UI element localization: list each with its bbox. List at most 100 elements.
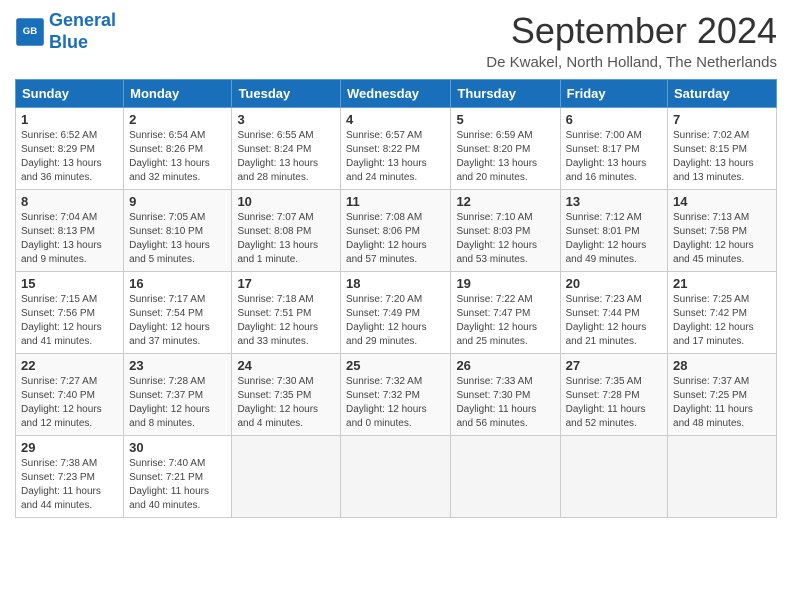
day-info: Sunrise: 7:32 AM Sunset: 7:32 PM Dayligh… xyxy=(346,375,445,431)
table-row: 1 Sunrise: 6:52 AM Sunset: 8:29 PM Daylig… xyxy=(16,108,124,190)
table-row: 15 Sunrise: 7:15 AM Sunset: 7:56 PM Dayli… xyxy=(16,272,124,354)
day-info: Sunrise: 6:55 AM Sunset: 8:24 PM Dayligh… xyxy=(237,129,335,185)
table-row: 29Sunrise: 7:38 AM Sunset: 7:23 PM Dayli… xyxy=(16,436,124,518)
day-info: Sunrise: 7:08 AM Sunset: 8:06 PM Dayligh… xyxy=(346,211,445,267)
location: De Kwakel, North Holland, The Netherland… xyxy=(486,54,777,71)
table-row xyxy=(451,436,560,518)
table-row: 12Sunrise: 7:10 AM Sunset: 8:03 PM Dayli… xyxy=(451,190,560,272)
day-info: Sunrise: 6:59 AM Sunset: 8:20 PM Dayligh… xyxy=(456,129,554,185)
table-row: 6 Sunrise: 7:00 AM Sunset: 8:17 PM Daylig… xyxy=(560,108,667,190)
calendar-header-row: Sunday Monday Tuesday Wednesday Thursday… xyxy=(16,80,777,108)
day-info: Sunrise: 7:23 AM Sunset: 7:44 PM Dayligh… xyxy=(566,293,662,349)
day-info: Sunrise: 6:57 AM Sunset: 8:22 PM Dayligh… xyxy=(346,129,445,185)
table-row: 8Sunrise: 7:04 AM Sunset: 8:13 PM Daylig… xyxy=(16,190,124,272)
day-number: 27 xyxy=(566,358,662,373)
day-info: Sunrise: 7:00 AM Sunset: 8:17 PM Dayligh… xyxy=(566,129,662,185)
calendar-week-row: 8Sunrise: 7:04 AM Sunset: 8:13 PM Daylig… xyxy=(16,190,777,272)
day-number: 9 xyxy=(129,194,226,209)
day-number: 23 xyxy=(129,358,226,373)
day-info: Sunrise: 7:37 AM Sunset: 7:25 PM Dayligh… xyxy=(673,375,771,431)
month-title: September 2024 xyxy=(486,10,777,52)
logo-icon: GB xyxy=(15,17,45,47)
table-row: 2 Sunrise: 6:54 AM Sunset: 8:26 PM Daylig… xyxy=(124,108,232,190)
table-row: 20 Sunrise: 7:23 AM Sunset: 7:44 PM Dayli… xyxy=(560,272,667,354)
day-number: 16 xyxy=(129,276,226,291)
table-row: 3 Sunrise: 6:55 AM Sunset: 8:24 PM Daylig… xyxy=(232,108,341,190)
day-info: Sunrise: 7:28 AM Sunset: 7:37 PM Dayligh… xyxy=(129,375,226,431)
table-row: 24 Sunrise: 7:30 AM Sunset: 7:35 PM Dayli… xyxy=(232,354,341,436)
table-row: 14 Sunrise: 7:13 AM Sunset: 7:58 PM Dayli… xyxy=(668,190,777,272)
table-row xyxy=(341,436,451,518)
day-number: 2 xyxy=(129,112,226,127)
day-info: Sunrise: 7:04 AM Sunset: 8:13 PM Dayligh… xyxy=(21,211,118,267)
day-number: 18 xyxy=(346,276,445,291)
table-row: 22 Sunrise: 7:27 AM Sunset: 7:40 PM Dayli… xyxy=(16,354,124,436)
day-info: Sunrise: 7:20 AM Sunset: 7:49 PM Dayligh… xyxy=(346,293,445,349)
title-block: September 2024 De Kwakel, North Holland,… xyxy=(486,10,777,71)
day-info: Sunrise: 7:05 AM Sunset: 8:10 PM Dayligh… xyxy=(129,211,226,267)
table-row: 9 Sunrise: 7:05 AM Sunset: 8:10 PM Daylig… xyxy=(124,190,232,272)
day-number: 5 xyxy=(456,112,554,127)
day-number: 29 xyxy=(21,440,118,455)
col-sunday: Sunday xyxy=(16,80,124,108)
day-info: Sunrise: 7:33 AM Sunset: 7:30 PM Dayligh… xyxy=(456,375,554,431)
table-row: 13Sunrise: 7:12 AM Sunset: 8:01 PM Dayli… xyxy=(560,190,667,272)
day-number: 3 xyxy=(237,112,335,127)
day-number: 25 xyxy=(346,358,445,373)
day-number: 14 xyxy=(673,194,771,209)
col-thursday: Thursday xyxy=(451,80,560,108)
day-info: Sunrise: 7:40 AM Sunset: 7:21 PM Dayligh… xyxy=(129,457,226,513)
day-info: Sunrise: 6:54 AM Sunset: 8:26 PM Dayligh… xyxy=(129,129,226,185)
calendar-week-row: 1 Sunrise: 6:52 AM Sunset: 8:29 PM Daylig… xyxy=(16,108,777,190)
calendar-week-row: 29Sunrise: 7:38 AM Sunset: 7:23 PM Dayli… xyxy=(16,436,777,518)
table-row xyxy=(668,436,777,518)
day-number: 21 xyxy=(673,276,771,291)
logo: GB General Blue xyxy=(15,10,116,53)
table-row: 30 Sunrise: 7:40 AM Sunset: 7:21 PM Dayli… xyxy=(124,436,232,518)
day-number: 11 xyxy=(346,194,445,209)
day-number: 6 xyxy=(566,112,662,127)
page-container: GB General Blue September 2024 De Kwakel… xyxy=(0,0,792,528)
table-row: 28 Sunrise: 7:37 AM Sunset: 7:25 PM Dayli… xyxy=(668,354,777,436)
calendar-week-row: 15 Sunrise: 7:15 AM Sunset: 7:56 PM Dayli… xyxy=(16,272,777,354)
day-number: 4 xyxy=(346,112,445,127)
day-number: 10 xyxy=(237,194,335,209)
table-row: 16 Sunrise: 7:17 AM Sunset: 7:54 PM Dayli… xyxy=(124,272,232,354)
day-number: 15 xyxy=(21,276,118,291)
logo-text: General Blue xyxy=(49,10,116,53)
table-row xyxy=(232,436,341,518)
day-info: Sunrise: 7:17 AM Sunset: 7:54 PM Dayligh… xyxy=(129,293,226,349)
day-number: 26 xyxy=(456,358,554,373)
table-row: 25 Sunrise: 7:32 AM Sunset: 7:32 PM Dayli… xyxy=(341,354,451,436)
day-number: 20 xyxy=(566,276,662,291)
col-tuesday: Tuesday xyxy=(232,80,341,108)
day-info: Sunrise: 7:27 AM Sunset: 7:40 PM Dayligh… xyxy=(21,375,118,431)
day-number: 24 xyxy=(237,358,335,373)
table-row xyxy=(560,436,667,518)
day-info: Sunrise: 6:52 AM Sunset: 8:29 PM Dayligh… xyxy=(21,129,118,185)
table-row: 19Sunrise: 7:22 AM Sunset: 7:47 PM Dayli… xyxy=(451,272,560,354)
table-row: 26 Sunrise: 7:33 AM Sunset: 7:30 PM Dayli… xyxy=(451,354,560,436)
col-wednesday: Wednesday xyxy=(341,80,451,108)
calendar-table: Sunday Monday Tuesday Wednesday Thursday… xyxy=(15,79,777,518)
day-number: 22 xyxy=(21,358,118,373)
day-number: 28 xyxy=(673,358,771,373)
day-number: 30 xyxy=(129,440,226,455)
table-row: 17 Sunrise: 7:18 AM Sunset: 7:51 PM Dayli… xyxy=(232,272,341,354)
day-info: Sunrise: 7:30 AM Sunset: 7:35 PM Dayligh… xyxy=(237,375,335,431)
page-header: GB General Blue September 2024 De Kwakel… xyxy=(15,10,777,71)
day-info: Sunrise: 7:15 AM Sunset: 7:56 PM Dayligh… xyxy=(21,293,118,349)
calendar-week-row: 22 Sunrise: 7:27 AM Sunset: 7:40 PM Dayli… xyxy=(16,354,777,436)
day-number: 17 xyxy=(237,276,335,291)
day-number: 13 xyxy=(566,194,662,209)
day-number: 7 xyxy=(673,112,771,127)
table-row: 21 Sunrise: 7:25 AM Sunset: 7:42 PM Dayli… xyxy=(668,272,777,354)
day-info: Sunrise: 7:25 AM Sunset: 7:42 PM Dayligh… xyxy=(673,293,771,349)
day-info: Sunrise: 7:18 AM Sunset: 7:51 PM Dayligh… xyxy=(237,293,335,349)
table-row: 27Sunrise: 7:35 AM Sunset: 7:28 PM Dayli… xyxy=(560,354,667,436)
day-number: 12 xyxy=(456,194,554,209)
day-info: Sunrise: 7:22 AM Sunset: 7:47 PM Dayligh… xyxy=(456,293,554,349)
day-number: 1 xyxy=(21,112,118,127)
day-info: Sunrise: 7:13 AM Sunset: 7:58 PM Dayligh… xyxy=(673,211,771,267)
day-info: Sunrise: 7:02 AM Sunset: 8:15 PM Dayligh… xyxy=(673,129,771,185)
